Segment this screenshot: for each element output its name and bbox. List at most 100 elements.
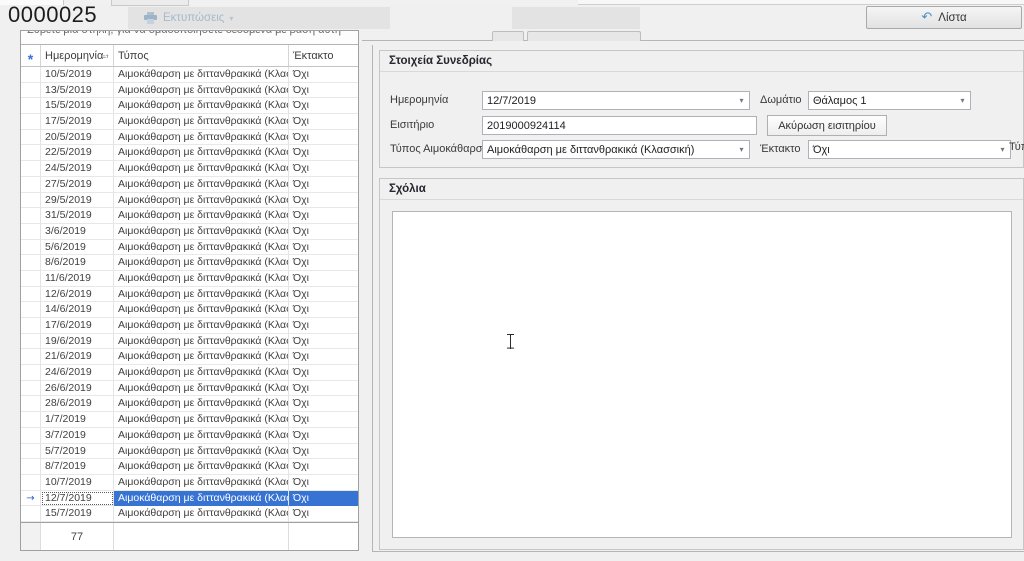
date-cell[interactable]: 10/5/2019 <box>41 67 114 83</box>
date-cell[interactable]: 13/5/2019 <box>41 83 114 99</box>
date-cell[interactable]: 15/7/2019 <box>41 506 114 522</box>
extra-cell[interactable]: Όχι <box>289 114 358 130</box>
date-cell[interactable]: 14/6/2019 <box>41 302 114 318</box>
date-cell[interactable]: 21/6/2019 <box>41 349 114 365</box>
chevron-down-icon[interactable]: ▾ <box>734 96 749 105</box>
table-row[interactable]: 27/5/2019Αιμοκάθαρση με διττανθρακικά (Κ… <box>21 177 358 193</box>
date-cell[interactable]: 5/7/2019 <box>41 444 114 460</box>
date-cell[interactable]: 17/5/2019 <box>41 114 114 130</box>
date-cell[interactable]: 12/7/2019 <box>41 491 114 507</box>
column-header-date[interactable]: Ημερομηνία <box>41 45 114 66</box>
type-cell[interactable]: Αιμοκάθαρση με διττανθρακικά (Κλασσική) <box>114 491 289 507</box>
extra-cell[interactable]: Όχι <box>289 130 358 146</box>
date-cell[interactable]: 20/5/2019 <box>41 130 114 146</box>
date-cell[interactable]: 27/5/2019 <box>41 177 114 193</box>
extra-cell[interactable]: Όχι <box>289 334 358 350</box>
extra-cell[interactable]: Όχι <box>289 459 358 475</box>
type-cell[interactable]: Αιμοκάθαρση με διττανθρακικά (Κλασσική) <box>114 506 289 522</box>
table-row[interactable]: 8/7/2019Αιμοκάθαρση με διττανθρακικά (Κλ… <box>21 459 358 475</box>
extra-cell[interactable]: Όχι <box>289 208 358 224</box>
date-cell[interactable]: 10/7/2019 <box>41 475 114 491</box>
date-cell[interactable]: 17/6/2019 <box>41 318 114 334</box>
type-cell[interactable]: Αιμοκάθαρση με διττανθρακικά (Κλασσική) <box>114 334 289 350</box>
extra-cell[interactable]: Όχι <box>289 412 358 428</box>
type-cell[interactable]: Αιμοκάθαρση με διττανθρακικά (Κλασσική) <box>114 255 289 271</box>
table-row[interactable]: 15/7/2019Αιμοκάθαρση με διττανθρακικά (Κ… <box>21 506 358 522</box>
type-cell[interactable]: Αιμοκάθαρση με διττανθρακικά (Κλασσική) <box>114 271 289 287</box>
type-cell[interactable]: Αιμοκάθαρση με διττανθρακικά (Κλασσική) <box>114 475 289 491</box>
cancel-ticket-button[interactable]: Ακύρωση εισιτηρίου <box>767 115 887 136</box>
type-cell[interactable]: Αιμοκάθαρση με διττανθρακικά (Κλασσική) <box>114 98 289 114</box>
table-row[interactable]: 12/6/2019Αιμοκάθαρση με διττανθρακικά (Κ… <box>21 287 358 303</box>
table-row[interactable]: 19/6/2019Αιμοκάθαρση με διττανθρακικά (Κ… <box>21 334 358 350</box>
extra-cell[interactable]: Όχι <box>289 83 358 99</box>
type-cell[interactable]: Αιμοκάθαρση με διττανθρακικά (Κλασσική) <box>114 396 289 412</box>
ticket-input[interactable] <box>482 116 757 135</box>
extra-cell[interactable]: Όχι <box>289 302 358 318</box>
session-date-combo[interactable]: 12/7/2019 ▾ <box>482 91 750 110</box>
extra-cell[interactable]: Όχι <box>289 271 358 287</box>
table-row[interactable]: 8/6/2019Αιμοκάθαρση με διττανθρακικά (Κλ… <box>21 255 358 271</box>
table-row[interactable]: 31/5/2019Αιμοκάθαρση με διττανθρακικά (Κ… <box>21 208 358 224</box>
extra-cell[interactable]: Όχι <box>289 349 358 365</box>
date-cell[interactable]: 5/6/2019 <box>41 240 114 256</box>
type-cell[interactable]: Αιμοκάθαρση με διττανθρακικά (Κλασσική) <box>114 381 289 397</box>
extra-cell[interactable]: Όχι <box>289 287 358 303</box>
chevron-down-icon[interactable]: ▾ <box>955 96 970 105</box>
type-cell[interactable]: Αιμοκάθαρση με διττανθρακικά (Κλασσική) <box>114 83 289 99</box>
type-cell[interactable]: Αιμοκάθαρση με διττανθρακικά (Κλασσική) <box>114 428 289 444</box>
type-cell[interactable]: Αιμοκάθαρση με διττανθρακικά (Κλασσική) <box>114 459 289 475</box>
extra-cell[interactable]: Όχι <box>289 67 358 83</box>
type-cell[interactable]: Αιμοκάθαρση με διττανθρακικά (Κλασσική) <box>114 318 289 334</box>
extra-cell[interactable]: Όχι <box>289 506 358 522</box>
type-cell[interactable]: Αιμοκάθαρση με διττανθρακικά (Κλασσική) <box>114 145 289 161</box>
type-cell[interactable]: Αιμοκάθαρση με διττανθρακικά (Κλασσική) <box>114 349 289 365</box>
extra-cell[interactable]: Όχι <box>289 491 358 507</box>
extra-cell[interactable]: Όχι <box>289 98 358 114</box>
date-cell[interactable]: 31/5/2019 <box>41 208 114 224</box>
extra-cell[interactable]: Όχι <box>289 161 358 177</box>
table-row[interactable]: 13/5/2019Αιμοκάθαρση με διττανθρακικά (Κ… <box>21 83 358 99</box>
type-cell[interactable]: Αιμοκάθαρση με διττανθρακικά (Κλασσική) <box>114 302 289 318</box>
print-menu-button[interactable]: Εκτυπώσεις ▾ <box>128 7 390 29</box>
table-row[interactable]: 10/5/2019Αιμοκάθαρση με διττανθρακικά (Κ… <box>21 67 358 83</box>
table-row[interactable]: 10/7/2019Αιμοκάθαρση με διττανθρακικά (Κ… <box>21 475 358 491</box>
table-row[interactable]: 29/5/2019Αιμοκάθαρση με διττανθρακικά (Κ… <box>21 193 358 209</box>
date-cell[interactable]: 8/7/2019 <box>41 459 114 475</box>
extra-cell[interactable]: Όχι <box>289 428 358 444</box>
extra-cell[interactable]: Όχι <box>289 381 358 397</box>
dialysis-type-combo[interactable]: Αιμοκάθαρση με διττανθρακικά (Κλασσική) … <box>482 140 750 159</box>
table-row[interactable]: 3/6/2019Αιμοκάθαρση με διττανθρακικά (Κλ… <box>21 224 358 240</box>
type-cell[interactable]: Αιμοκάθαρση με διττανθρακικά (Κλασσική) <box>114 114 289 130</box>
type-cell[interactable]: Αιμοκάθαρση με διττανθρακικά (Κλασσική) <box>114 208 289 224</box>
date-cell[interactable]: 8/6/2019 <box>41 255 114 271</box>
table-row[interactable]: 17/5/2019Αιμοκάθαρση με διττανθρακικά (Κ… <box>21 114 358 130</box>
column-header-type[interactable]: Τύπος <box>114 45 289 66</box>
type-cell[interactable]: Αιμοκάθαρση με διττανθρακικά (Κλασσική) <box>114 177 289 193</box>
extra-cell[interactable]: Όχι <box>289 145 358 161</box>
table-row[interactable]: 3/7/2019Αιμοκάθαρση με διττανθρακικά (Κλ… <box>21 428 358 444</box>
date-cell[interactable]: 19/6/2019 <box>41 334 114 350</box>
date-cell[interactable]: 12/6/2019 <box>41 287 114 303</box>
grid-group-panel[interactable]: Σύρετε μια στήλη, για να ομαδοποιήσετε δ… <box>21 31 358 45</box>
table-row[interactable]: 5/7/2019Αιμοκάθαρση με διττανθρακικά (Κλ… <box>21 444 358 460</box>
extra-cell[interactable]: Όχι <box>289 224 358 240</box>
chevron-down-icon[interactable]: ▾ <box>995 145 1010 154</box>
type-cell[interactable]: Αιμοκάθαρση με διττανθρακικά (Κλασσική) <box>114 287 289 303</box>
date-cell[interactable]: 3/6/2019 <box>41 224 114 240</box>
type-cell[interactable]: Αιμοκάθαρση με διττανθρακικά (Κλασσική) <box>114 224 289 240</box>
table-row[interactable]: 24/6/2019Αιμοκάθαρση με διττανθρακικά (Κ… <box>21 365 358 381</box>
type-cell[interactable]: Αιμοκάθαρση με διττανθρακικά (Κλασσική) <box>114 412 289 428</box>
type-cell[interactable]: Αιμοκάθαρση με διττανθρακικά (Κλασσική) <box>114 161 289 177</box>
table-row[interactable]: 24/5/2019Αιμοκάθαρση με διττανθρακικά (Κ… <box>21 161 358 177</box>
date-cell[interactable]: 28/6/2019 <box>41 396 114 412</box>
extra-cell[interactable]: Όχι <box>289 318 358 334</box>
type-cell[interactable]: Αιμοκάθαρση με διττανθρακικά (Κλασσική) <box>114 193 289 209</box>
table-row[interactable]: 5/6/2019Αιμοκάθαρση με διττανθρακικά (Κλ… <box>21 240 358 256</box>
table-row[interactable]: 21/6/2019Αιμοκάθαρση με διττανθρακικά (Κ… <box>21 349 358 365</box>
column-header-extra[interactable]: Έκτακτο <box>289 45 358 66</box>
extra-cell[interactable]: Όχι <box>289 193 358 209</box>
table-row[interactable]: 22/5/2019Αιμοκάθαρση με διττανθρακικά (Κ… <box>21 145 358 161</box>
date-cell[interactable]: 29/5/2019 <box>41 193 114 209</box>
type-cell[interactable]: Αιμοκάθαρση με διττανθρακικά (Κλασσική) <box>114 130 289 146</box>
